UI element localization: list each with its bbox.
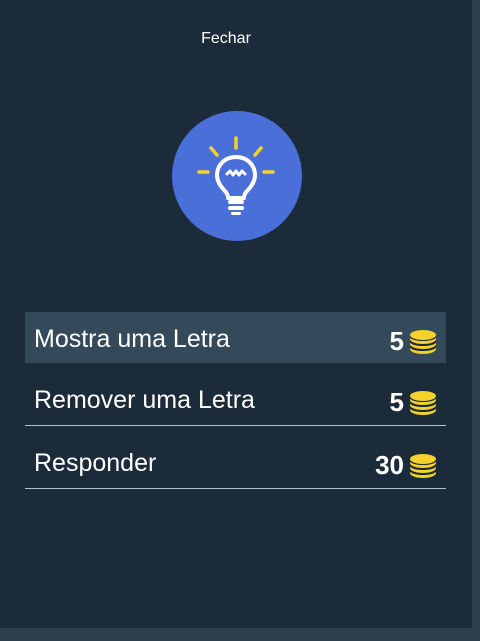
lightbulb-icon bbox=[197, 136, 275, 215]
option-answer[interactable]: Responder 30 bbox=[25, 436, 446, 489]
coin-stack-icon bbox=[410, 330, 436, 354]
option-cost: 5 bbox=[389, 326, 404, 356]
option-label: Remover uma Letra bbox=[34, 386, 255, 414]
hint-options-list: Mostra uma Letra 5 Remover uma Letra 5 R… bbox=[25, 312, 446, 499]
option-cost: 5 bbox=[389, 387, 404, 417]
option-label: Mostra uma Letra bbox=[34, 325, 230, 353]
option-cost: 30 bbox=[375, 450, 404, 480]
screen-edge bbox=[0, 628, 480, 641]
option-show-letter[interactable]: Mostra uma Letra 5 bbox=[25, 312, 446, 363]
hint-dialog: Fechar Mostra uma Letra 5 Remover uma Le… bbox=[0, 0, 472, 628]
close-button[interactable]: Fechar bbox=[186, 26, 266, 52]
hint-badge bbox=[172, 111, 302, 241]
option-remove-letter[interactable]: Remover uma Letra 5 bbox=[25, 373, 446, 426]
coin-stack-icon bbox=[410, 454, 436, 478]
option-label: Responder bbox=[34, 449, 157, 477]
coin-stack-icon bbox=[410, 391, 436, 415]
